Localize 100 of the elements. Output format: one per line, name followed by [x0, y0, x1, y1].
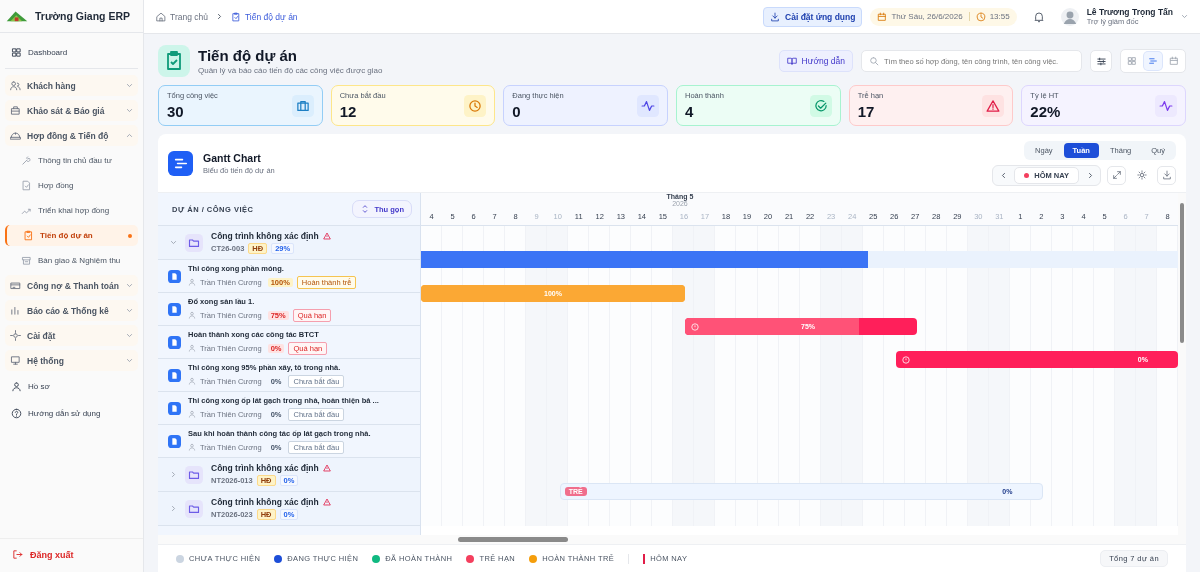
person-icon: [188, 278, 196, 286]
helmet-icon: [10, 130, 21, 141]
date-text: Thứ Sáu, 26/6/2026: [891, 12, 963, 21]
document-icon: [168, 434, 181, 448]
clock-icon: [464, 94, 487, 117]
person-icon: [188, 311, 196, 319]
fullscreen-button[interactable]: [1107, 165, 1126, 185]
sidebar-group[interactable]: Khảo sát & Báo giá: [5, 100, 138, 121]
sidebar-group[interactable]: Công nợ & Thanh toán: [5, 275, 138, 296]
person-icon: [188, 410, 196, 418]
logout-button[interactable]: Đăng xuất: [0, 538, 143, 572]
book-icon: [786, 56, 797, 66]
document-icon: [168, 302, 181, 316]
chevron-down-icon: [126, 107, 133, 114]
wrench-icon: [21, 155, 32, 166]
chevron-up-icon: [126, 132, 133, 139]
stat-value: 30: [167, 103, 185, 120]
gantt-view-button[interactable]: [1144, 52, 1162, 70]
sidebar-subitem[interactable]: Triển khai hợp đồng: [5, 200, 138, 221]
settings-icon: [10, 330, 21, 341]
document-icon: [168, 368, 181, 382]
chevron-down-icon[interactable]: [170, 239, 177, 246]
stat-value: 17: [857, 103, 876, 120]
gantt-bar[interactable]: [421, 251, 1178, 268]
sidebar-subitem[interactable]: Thông tin chủ đầu tư: [5, 150, 138, 171]
chevron-down-icon: [126, 307, 133, 314]
chevron-down-icon: [126, 82, 133, 89]
guide-button[interactable]: Hướng dẫn: [778, 50, 853, 72]
document-icon: [21, 180, 32, 191]
page-subtitle: Quản lý và báo cáo tiến độ các công việc được giao: [198, 66, 384, 75]
vertical-scrollbar[interactable]: [1178, 193, 1186, 535]
sidebar-group[interactable]: Báo cáo & Thống kê: [5, 300, 138, 321]
sidebar-subitem[interactable]: Tiến độ dự án: [5, 225, 138, 246]
chevron-down-icon[interactable]: [1181, 13, 1188, 20]
project-name: Công trình không xác định: [211, 497, 319, 507]
time-text: 13:55: [989, 12, 1010, 21]
clock-icon: [975, 11, 986, 22]
clipboard-icon: [23, 230, 34, 241]
grid-icon: [11, 47, 22, 58]
chevron-right-icon[interactable]: [170, 505, 177, 512]
alert-icon: [690, 322, 699, 331]
sliders-icon: [1095, 55, 1107, 67]
clipboard-icon: [230, 11, 241, 22]
logo-icon: [6, 9, 28, 23]
sidebar-item[interactable]: Hồ sơ: [5, 375, 138, 398]
sidebar-group[interactable]: Khách hàng: [5, 75, 138, 96]
filter-button[interactable]: [1090, 50, 1112, 72]
help-icon: [11, 408, 22, 419]
person-icon: [188, 443, 196, 451]
clipboard-icon: [158, 45, 190, 77]
stat-value: 22%: [1030, 103, 1061, 120]
horizontal-scrollbar[interactable]: [158, 535, 1186, 544]
gantt-title: Gantt Chart: [203, 151, 262, 164]
download-icon: [1161, 170, 1172, 180]
avatar[interactable]: [1060, 7, 1079, 26]
alert-icon: [902, 355, 911, 364]
grid-icon: [1127, 56, 1137, 66]
sidebar-item[interactable]: Hướng dẫn sử dụng: [5, 402, 138, 425]
install-app-button[interactable]: Cài đặt ứng dụng: [763, 6, 863, 27]
brand-name: Trường Giang ERP: [35, 10, 130, 22]
home-icon: [156, 11, 166, 22]
bell-icon[interactable]: [1032, 10, 1045, 23]
stat-value: 0: [512, 103, 522, 120]
stat-value: 12: [339, 103, 358, 120]
pulse-icon: [637, 94, 659, 117]
selected-dot: [128, 233, 132, 238]
folder-icon: [185, 465, 203, 484]
expand-icon: [1111, 170, 1122, 180]
person-icon: [188, 377, 196, 385]
download-button[interactable]: [1157, 165, 1176, 185]
document-icon: [168, 401, 181, 415]
chevron-down-icon: [126, 357, 133, 364]
sidebar-group[interactable]: Cài đặt: [5, 325, 138, 346]
bar-chart-icon: [10, 305, 21, 316]
folder-icon: [185, 499, 203, 518]
chevron-right-icon[interactable]: [170, 471, 177, 478]
sidebar-subitem[interactable]: Hợp đồng: [5, 175, 138, 196]
monitor-icon: [10, 355, 21, 366]
briefcase-icon: [291, 94, 314, 117]
person-icon: [188, 344, 196, 352]
sidebar-item[interactable]: Dashboard: [5, 41, 138, 69]
stat-value: 4: [685, 103, 695, 120]
bars-icon: [1148, 56, 1158, 66]
archive-icon: [21, 255, 32, 266]
breadcrumb-home[interactable]: Trang chủ: [156, 11, 208, 22]
chevron-right-icon: [1086, 171, 1094, 179]
sidebar-subitem[interactable]: Bàn giao & Nghiệm thu: [5, 250, 138, 271]
logout-icon: [12, 549, 23, 560]
users-icon: [10, 80, 21, 91]
calendar-icon: [1169, 56, 1179, 66]
calendar-icon: [877, 11, 888, 22]
settings-icon: [1136, 170, 1147, 180]
user-icon: [11, 381, 22, 392]
chevron-right-icon: [215, 13, 223, 20]
search-icon: [869, 56, 879, 66]
document-icon: [168, 335, 181, 349]
sidebar-group[interactable]: Hệ thống: [5, 350, 138, 371]
sidebar-group[interactable]: Hợp đồng & Tiến độ: [5, 125, 138, 146]
warning-icon: [982, 94, 1005, 117]
page-title: Tiến độ dự án: [198, 47, 298, 64]
